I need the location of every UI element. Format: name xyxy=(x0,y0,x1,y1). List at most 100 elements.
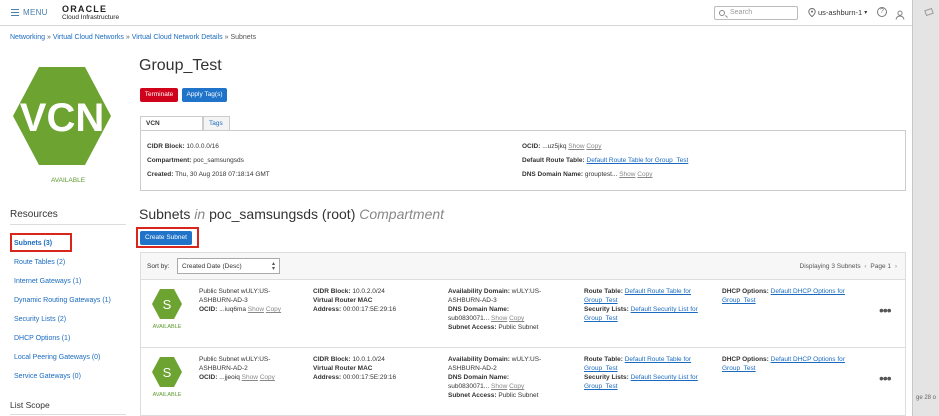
compartment-field: Compartment: poc_samsungsds xyxy=(147,157,244,164)
vr-mac-value: 00:00:17:5E:29:16 xyxy=(343,306,397,313)
edge-tip-text: ge 28 o xyxy=(916,395,937,401)
ocid-value: ...uz5jkq xyxy=(542,143,567,150)
vr-mac-label-2: Address: xyxy=(313,374,342,381)
search-input[interactable]: Search xyxy=(714,6,798,20)
dhcp-link[interactable]: Default DHCP Options for xyxy=(771,288,845,295)
ocid-show-link[interactable]: Show xyxy=(248,306,264,313)
subnet-name-cell: Public Subnet wULY:US- ASHBURN-AD-2 OCID… xyxy=(199,355,275,382)
ocid-copy-link[interactable]: Copy xyxy=(586,143,601,150)
oracle-logo[interactable]: ORACLE Cloud Infrastructure xyxy=(62,5,119,22)
breadcrumb-virtual-cloud-networks[interactable]: Virtual Cloud Networks xyxy=(53,34,124,41)
tab-vcn-information[interactable]: VCN Information xyxy=(140,116,203,141)
region-selector[interactable]: us-ashburn-1 ▾ xyxy=(808,8,867,17)
resource-item-local-peering-gateways[interactable]: Local Peering Gateways (0) xyxy=(14,354,100,361)
ad-line1: wULY:US- xyxy=(511,288,542,295)
subnets-heading-compartment: poc_samsungsds (root) xyxy=(209,206,356,222)
subnet-name-line2[interactable]: ASHBURN-AD-2 xyxy=(199,365,248,372)
subnet-ad-cell: Availability Domain: wULY:US- ASHBURN-AD… xyxy=(448,287,541,332)
vr-mac-label-2: Address: xyxy=(313,306,342,313)
route-table-label: Route Table: xyxy=(584,356,623,363)
vcn-title: Group_Test xyxy=(139,57,222,74)
sort-select[interactable]: Created Date (Desc) ▴ ▾ xyxy=(177,258,280,274)
dns-show-link[interactable]: Show xyxy=(491,315,507,322)
breadcrumb-vcn-details[interactable]: Virtual Cloud Network Details xyxy=(132,34,223,41)
subnets-heading-suffix: Compartment xyxy=(359,206,445,222)
ocid-field: OCID: ...uz5jkq Show Copy xyxy=(522,143,602,150)
subnet-name-line2[interactable]: ASHBURN-AD-3 xyxy=(199,297,248,304)
dhcp-label: DHCP Options: xyxy=(722,356,769,363)
security-list-link[interactable]: Default Security List for xyxy=(631,306,698,313)
breadcrumb: Networking » Virtual Cloud Networks » Vi… xyxy=(10,34,256,41)
dns-copy-link[interactable]: Copy xyxy=(509,383,524,390)
route-table-link[interactable]: Default Route Table for Group_Test xyxy=(587,157,689,164)
subnet-hexagon-icon: S xyxy=(151,356,183,388)
cidr-value: 10.0.2.0/24 xyxy=(352,288,385,295)
ocid-copy-link[interactable]: Copy xyxy=(260,374,275,381)
apply-tags-button[interactable]: Apply Tag(s) xyxy=(182,88,227,102)
sort-value: Created Date (Desc) xyxy=(182,263,242,270)
menu-button[interactable]: MENU xyxy=(11,8,48,17)
subnet-cidr-cell: CIDR Block: 10.0.1.0/24 Virtual Router M… xyxy=(313,355,396,382)
vr-mac-label-1: Virtual Router MAC xyxy=(313,365,373,372)
resource-item-service-gateways[interactable]: Service Gateways (0) xyxy=(14,373,81,380)
vcn-badge-text: VCN xyxy=(20,96,104,140)
access-value: Public Subnet xyxy=(498,324,539,331)
security-list-link-2[interactable]: Group_Test xyxy=(584,383,618,390)
breadcrumb-networking[interactable]: Networking xyxy=(10,34,45,41)
dhcp-link[interactable]: Default DHCP Options for xyxy=(771,356,845,363)
dns-copy-link[interactable]: Copy xyxy=(637,171,652,178)
compartment-label: Compartment: xyxy=(147,157,192,164)
route-table-link[interactable]: Default Route Table for xyxy=(625,356,691,363)
ruler-icon xyxy=(924,7,934,17)
ad-label: Availability Domain: xyxy=(448,288,510,295)
next-page-icon[interactable]: › xyxy=(895,263,897,270)
dns-show-link[interactable]: Show xyxy=(491,383,507,390)
ad-line2: ASHBURN-AD-2 xyxy=(448,365,497,372)
security-list-link[interactable]: Default Security List for xyxy=(631,374,698,381)
ocid-show-link[interactable]: Show xyxy=(242,374,258,381)
svg-text:S: S xyxy=(163,297,172,312)
breadcrumb-separator: » xyxy=(46,34,51,41)
top-bar: MENU ORACLE Cloud Infrastructure Search … xyxy=(0,0,912,26)
user-icon[interactable] xyxy=(895,7,905,25)
divider xyxy=(10,414,126,415)
subnet-name-line1[interactable]: Public Subnet wULY:US- xyxy=(199,356,270,363)
default-route-table-field: Default Route Table: Default Route Table… xyxy=(522,157,688,164)
security-list-link-2[interactable]: Group_Test xyxy=(584,315,618,322)
ocid-copy-link[interactable]: Copy xyxy=(266,306,281,313)
resource-item-dhcp-options[interactable]: DHCP Options (1) xyxy=(14,335,70,342)
resource-item-route-tables[interactable]: Route Tables (2) xyxy=(14,259,65,266)
dns-show-link[interactable]: Show xyxy=(619,171,635,178)
security-lists-label: Security Lists: xyxy=(584,374,629,381)
cidr-value: 10.0.0.0/16 xyxy=(186,143,219,150)
prev-page-icon[interactable]: ‹ xyxy=(864,263,866,270)
resource-item-internet-gateways[interactable]: Internet Gateways (1) xyxy=(14,278,81,285)
ad-label: Availability Domain: xyxy=(448,356,510,363)
dhcp-label: DHCP Options: xyxy=(722,288,769,295)
dns-label: DNS Domain Name: xyxy=(522,171,584,178)
route-table-label: Default Route Table: xyxy=(522,157,585,164)
page-number: Page 1 xyxy=(870,263,892,270)
terminate-button[interactable]: Terminate xyxy=(140,88,178,102)
access-label: Subnet Access: xyxy=(448,392,497,399)
dhcp-link-2[interactable]: Group_Test xyxy=(722,365,756,372)
create-subnet-highlight-box xyxy=(136,227,199,248)
route-table-link-2[interactable]: Group_Test xyxy=(584,297,618,304)
dhcp-link-2[interactable]: Group_Test xyxy=(722,297,756,304)
dns-domain-field: DNS Domain Name: grouptest... Show Copy xyxy=(522,171,652,178)
tab-tags[interactable]: Tags xyxy=(203,116,230,131)
sort-arrows-icon: ▴ ▾ xyxy=(271,261,275,272)
more-actions-icon[interactable]: ••• xyxy=(879,302,892,318)
ocid-label: OCID: xyxy=(199,306,218,313)
subnet-hexagon-icon: S xyxy=(151,288,183,320)
route-table-link[interactable]: Default Route Table for xyxy=(625,288,691,295)
more-actions-icon[interactable]: ••• xyxy=(879,370,892,386)
dns-copy-link[interactable]: Copy xyxy=(509,315,524,322)
resource-item-dynamic-routing-gateways[interactable]: Dynamic Routing Gateways (1) xyxy=(14,297,111,304)
help-question-icon[interactable]: ? xyxy=(877,7,887,17)
resource-item-security-lists[interactable]: Security Lists (2) xyxy=(14,316,66,323)
route-table-link-2[interactable]: Group_Test xyxy=(584,365,618,372)
sort-label: Sort by: xyxy=(147,263,170,270)
ocid-show-link[interactable]: Show xyxy=(568,143,584,150)
subnet-name-line1[interactable]: Public Subnet wULY:US- xyxy=(199,288,270,295)
